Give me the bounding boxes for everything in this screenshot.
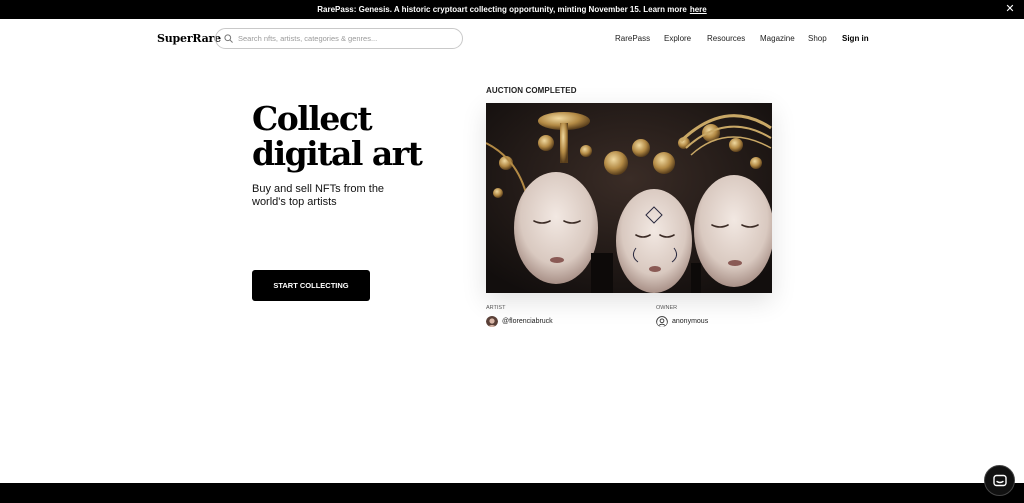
- nav-explore[interactable]: Explore: [664, 34, 691, 43]
- owner-link[interactable]: anonymous: [656, 315, 708, 327]
- logo[interactable]: SuperRare: [157, 32, 221, 45]
- owner-name: anonymous: [672, 317, 709, 325]
- artist-label: ARTIST: [486, 305, 506, 311]
- artist-name: @florenciabruck: [502, 317, 553, 325]
- close-icon[interactable]: ✕: [1004, 3, 1016, 15]
- chat-icon[interactable]: [984, 465, 1015, 496]
- announcement-bar: RarePass: Genesis. A historic cryptoart …: [0, 0, 1024, 19]
- nav-resources[interactable]: Resources: [707, 34, 745, 43]
- hero-subtitle: Buy and sell NFTs from the world's top a…: [252, 183, 385, 208]
- announcement-text: RarePass: Genesis. A historic cryptoart …: [317, 5, 687, 14]
- artist-avatar: [486, 315, 498, 327]
- sign-in-link[interactable]: Sign in: [842, 34, 869, 43]
- search-input[interactable]: [238, 34, 438, 43]
- featured-artwork-image[interactable]: [486, 103, 772, 293]
- search-icon: [224, 34, 233, 43]
- nav-rarepass[interactable]: RarePass: [615, 34, 650, 43]
- hero-title: Collect digital art: [252, 99, 423, 173]
- footer-strip: [0, 483, 1024, 503]
- auction-status: AUCTION COMPLETED: [486, 86, 577, 95]
- start-collecting-button[interactable]: START COLLECTING: [252, 270, 370, 301]
- user-icon: [656, 315, 668, 327]
- owner-label: OWNER: [656, 305, 678, 311]
- artist-link[interactable]: @florenciabruck: [486, 315, 553, 327]
- nav-magazine[interactable]: Magazine: [760, 34, 795, 43]
- announcement-link[interactable]: here: [690, 5, 707, 14]
- nav-shop[interactable]: Shop: [808, 34, 827, 43]
- site-header: SuperRare RarePass Explore Resources Mag…: [0, 19, 1024, 59]
- search-bar[interactable]: [215, 28, 463, 49]
